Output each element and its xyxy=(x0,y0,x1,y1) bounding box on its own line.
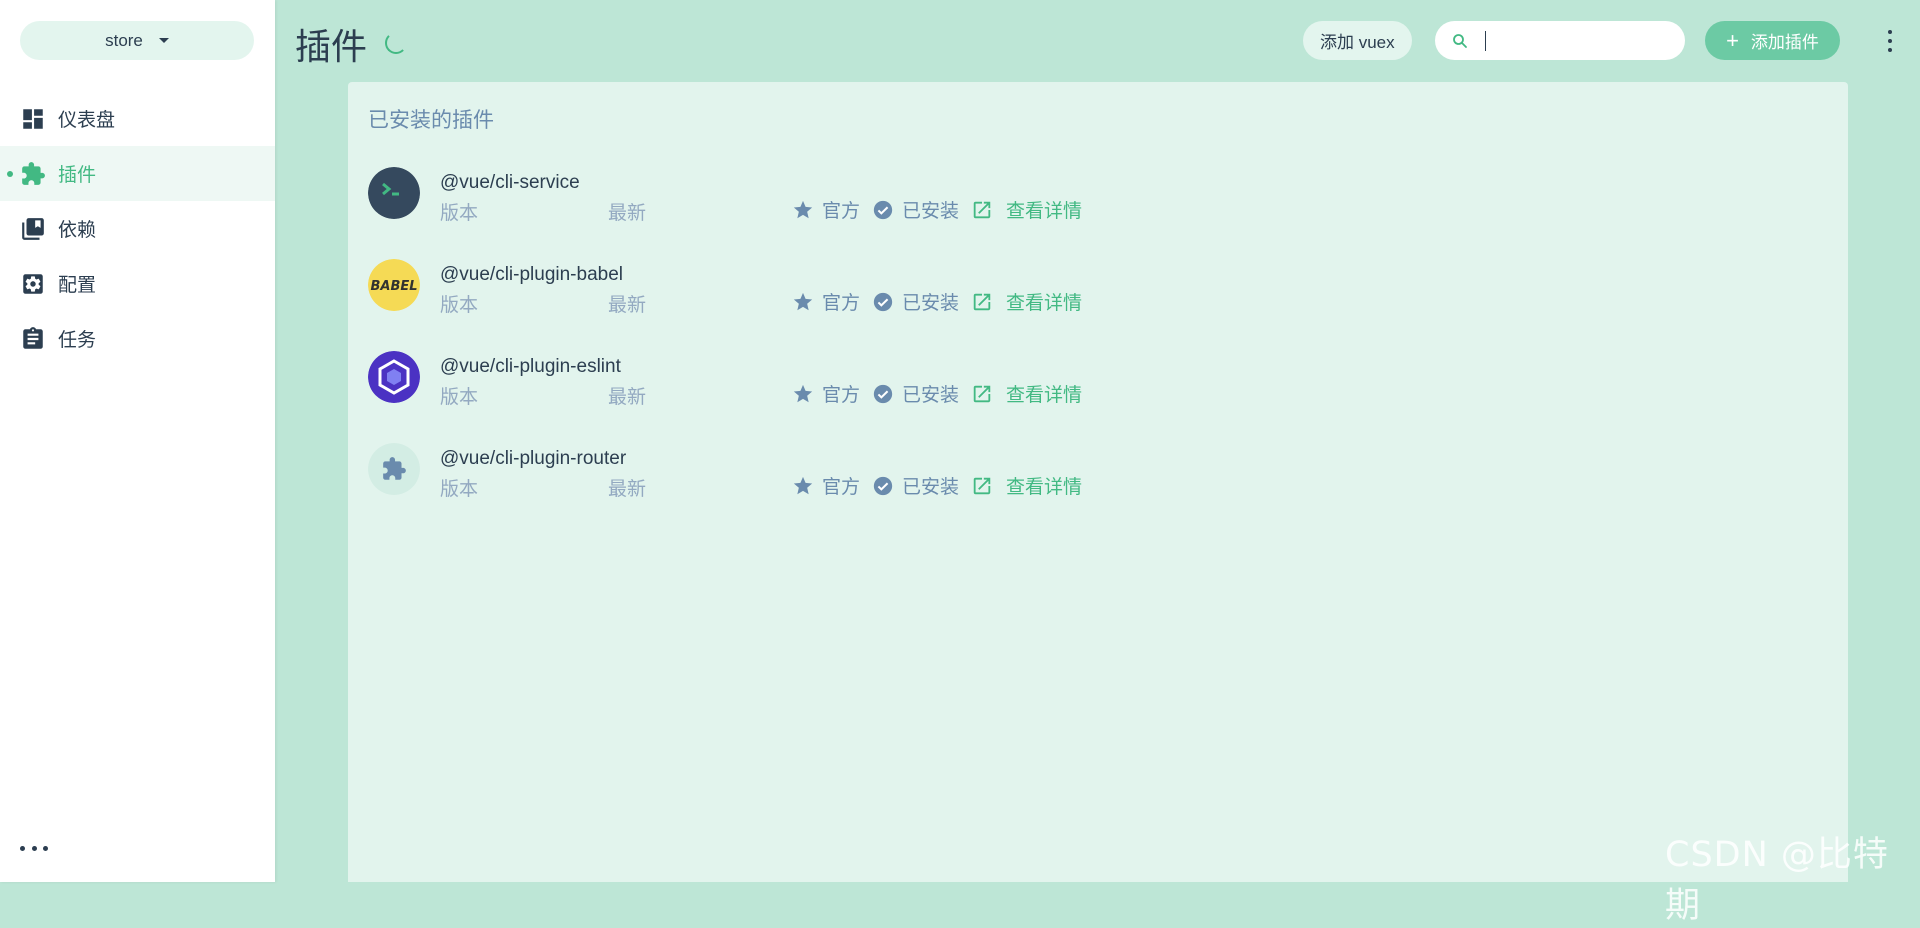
sidebar-item-configuration[interactable]: 配置 xyxy=(0,256,275,311)
sidebar-item-dashboard[interactable]: 仪表盘 xyxy=(0,91,275,146)
search-icon xyxy=(1453,33,1467,48)
plugin-meta: 官方 已安装 查看详情 xyxy=(792,196,1082,223)
terminal-logo-icon xyxy=(368,167,420,219)
details-label: 查看详情 xyxy=(1006,201,1083,222)
plugin-version-label: 版本 xyxy=(440,203,479,224)
caret-down-icon xyxy=(158,38,169,43)
view-details-link[interactable]: 查看详情 xyxy=(971,472,1082,499)
plugin-meta: 官方 已安装 查看详情 xyxy=(792,380,1082,407)
search-input[interactable] xyxy=(1477,29,1667,52)
babel-logo-icon: BABEL xyxy=(368,259,420,311)
view-details-link[interactable]: 查看详情 xyxy=(971,380,1082,407)
details-label: 查看详情 xyxy=(1006,477,1083,498)
installed-badge: 已安装 xyxy=(872,472,959,499)
official-badge: 官方 xyxy=(792,472,860,499)
search-field[interactable] xyxy=(1435,21,1685,60)
star-icon xyxy=(793,384,813,402)
official-label: 官方 xyxy=(822,293,861,314)
plugin-meta: 官方 已安装 查看详情 xyxy=(792,472,1082,499)
puzzle-logo-icon xyxy=(368,443,420,495)
official-label: 官方 xyxy=(822,201,861,222)
external-link-icon xyxy=(973,385,991,402)
sidebar: store 仪表盘 插件 依赖 配置 任务 xyxy=(0,0,275,882)
star-icon xyxy=(793,200,813,218)
plugin-item[interactable]: @vue/cli-plugin-router 版本 最新 官方 已安装 查看详情 xyxy=(368,443,1568,535)
panel-title: 已安装的插件 xyxy=(368,109,494,132)
installed-label: 已安装 xyxy=(902,201,960,222)
project-name: store xyxy=(105,30,143,50)
puzzle-icon xyxy=(20,161,46,187)
sidebar-item-dependencies[interactable]: 依赖 xyxy=(0,201,275,256)
plugin-name: @vue/cli-plugin-babel xyxy=(440,264,623,285)
official-label: 官方 xyxy=(822,385,861,406)
plugin-version-label: 版本 xyxy=(440,295,479,316)
sidebar-item-label: 依赖 xyxy=(58,220,97,241)
plugin-latest-label: 最新 xyxy=(608,203,647,224)
add-plugin-button[interactable]: + 添加插件 xyxy=(1705,21,1840,60)
settings-icon xyxy=(20,271,46,297)
text-cursor xyxy=(1485,30,1486,51)
sidebar-nav: 仪表盘 插件 依赖 配置 任务 xyxy=(0,91,275,366)
sidebar-item-tasks[interactable]: 任务 xyxy=(0,311,275,366)
sidebar-item-plugins[interactable]: 插件 xyxy=(0,146,275,201)
watermark: CSDN @比特期 xyxy=(1665,835,1889,926)
external-link-icon xyxy=(973,477,991,494)
add-vuex-button[interactable]: 添加 vuex xyxy=(1303,21,1412,60)
plugin-name: @vue/cli-plugin-router xyxy=(440,448,627,469)
plugin-version-label: 版本 xyxy=(440,479,479,500)
clipboard-icon xyxy=(20,326,46,352)
official-badge: 官方 xyxy=(792,380,860,407)
plugin-item[interactable]: @vue/cli-service 版本 最新 官方 已安装 查看详情 xyxy=(368,167,1568,259)
plugin-name: @vue/cli-plugin-eslint xyxy=(440,356,621,377)
plugin-name: @vue/cli-service xyxy=(440,172,580,193)
view-details-link[interactable]: 查看详情 xyxy=(971,288,1082,315)
eslint-logo-icon xyxy=(368,351,420,403)
star-icon xyxy=(793,292,813,310)
plugin-item[interactable]: @vue/cli-plugin-eslint 版本 最新 官方 已安装 查看详情 xyxy=(368,351,1568,443)
plugin-latest-label: 最新 xyxy=(608,387,647,408)
plugin-latest-label: 最新 xyxy=(608,295,647,316)
details-label: 查看详情 xyxy=(1006,293,1083,314)
sidebar-item-label: 配置 xyxy=(58,275,97,296)
add-plugin-label: 添加插件 xyxy=(1750,33,1819,52)
official-badge: 官方 xyxy=(792,288,860,315)
official-badge: 官方 xyxy=(792,196,860,223)
check-circle-icon xyxy=(873,292,893,311)
details-label: 查看详情 xyxy=(1006,385,1083,406)
installed-label: 已安装 xyxy=(902,293,960,314)
installed-label: 已安装 xyxy=(902,477,960,498)
installed-plugins-panel: 已安装的插件 @vue/cli-service 版本 最新 官方 已安装 查看详… xyxy=(348,82,1848,882)
plugin-latest-label: 最新 xyxy=(608,479,647,500)
top-bar: 插件 添加 vuex + 添加插件 xyxy=(275,0,1920,82)
check-circle-icon xyxy=(873,200,893,219)
active-indicator xyxy=(7,170,13,177)
plugin-list: @vue/cli-service 版本 最新 官方 已安装 查看详情 BABEL… xyxy=(368,167,1568,535)
loading-spinner-icon xyxy=(385,32,407,54)
plugin-version-label: 版本 xyxy=(440,387,479,408)
page-title: 插件 xyxy=(295,27,368,68)
svg-text:BABEL: BABEL xyxy=(370,279,417,294)
kebab-menu-icon[interactable] xyxy=(1880,30,1900,52)
sidebar-item-label: 插件 xyxy=(58,165,97,186)
installed-badge: 已安装 xyxy=(872,196,959,223)
check-circle-icon xyxy=(873,476,893,495)
installed-badge: 已安装 xyxy=(872,380,959,407)
more-options-icon[interactable] xyxy=(20,838,48,858)
check-circle-icon xyxy=(873,384,893,403)
plugin-meta: 官方 已安装 查看详情 xyxy=(792,288,1082,315)
project-selector[interactable]: store xyxy=(20,21,254,60)
dashboard-icon xyxy=(20,106,46,132)
sidebar-item-label: 仪表盘 xyxy=(58,110,116,131)
installed-badge: 已安装 xyxy=(872,288,959,315)
sidebar-item-label: 任务 xyxy=(58,330,97,351)
plugin-item[interactable]: BABEL @vue/cli-plugin-babel 版本 最新 官方 已安装… xyxy=(368,259,1568,351)
plus-icon: + xyxy=(1726,27,1739,53)
external-link-icon xyxy=(973,201,991,218)
installed-label: 已安装 xyxy=(902,385,960,406)
external-link-icon xyxy=(973,293,991,310)
library-icon xyxy=(20,216,46,242)
star-icon xyxy=(793,476,813,494)
official-label: 官方 xyxy=(822,477,861,498)
view-details-link[interactable]: 查看详情 xyxy=(971,196,1082,223)
